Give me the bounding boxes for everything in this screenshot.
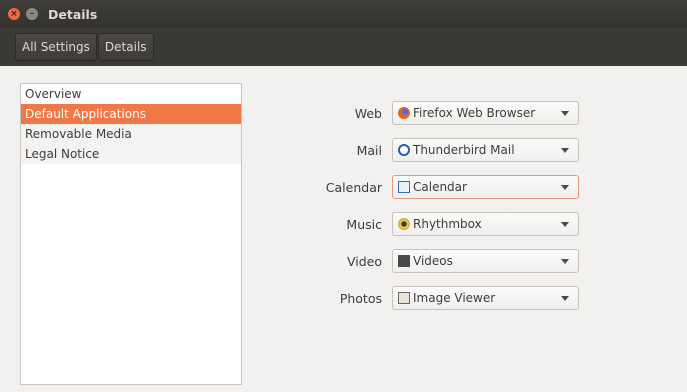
music-app-value: Rhythmbox [413,217,482,231]
chevron-down-icon [561,221,569,227]
sidebar-item-default-applications[interactable]: Default Applications [21,104,241,124]
sidebar-item-overview[interactable]: Overview [21,84,241,104]
sidebar-item-legal-notice[interactable]: Legal Notice [21,144,241,164]
breadcrumb-details[interactable]: Details [97,33,154,61]
videos-icon [398,255,410,267]
thunderbird-icon [398,144,410,156]
video-label: Video [346,254,382,269]
minimize-icon: – [29,9,35,19]
video-app-combo[interactable]: Videos [392,249,579,273]
photos-app-value: Image Viewer [413,291,496,305]
calendar-icon [398,181,410,193]
toolbar: All Settings Details [0,28,687,66]
mail-app-value: Thunderbird Mail [413,143,515,157]
calendar-app-value: Calendar [413,180,467,194]
photos-label: Photos [339,291,382,306]
chevron-down-icon [561,147,569,153]
calendar-label: Calendar [325,180,382,195]
web-app-value: Firefox Web Browser [413,106,536,120]
chevron-down-icon [561,184,569,190]
video-app-value: Videos [413,254,453,268]
firefox-icon [398,107,410,119]
mail-label: Mail [356,143,382,158]
breadcrumb-all-settings[interactable]: All Settings [15,33,97,61]
photos-app-combo[interactable]: Image Viewer [392,286,579,310]
title-bar: × – Details [0,0,687,28]
calendar-app-combo[interactable]: Calendar [392,175,579,199]
image-viewer-icon [398,292,410,304]
music-label: Music [346,217,382,232]
sidebar-item-removable-media[interactable]: Removable Media [21,124,241,144]
mail-app-combo[interactable]: Thunderbird Mail [392,138,579,162]
music-app-combo[interactable]: Rhythmbox [392,212,579,236]
chevron-down-icon [561,110,569,116]
chevron-down-icon [561,295,569,301]
sidebar: Overview Default Applications Removable … [20,83,242,385]
close-button[interactable]: × [8,8,20,20]
window-title: Details [48,6,98,22]
chevron-down-icon [561,258,569,264]
rhythmbox-icon [398,218,410,230]
close-icon: × [10,9,18,19]
web-app-combo[interactable]: Firefox Web Browser [392,101,579,125]
web-label: Web [354,106,382,121]
minimize-button[interactable]: – [26,8,38,20]
